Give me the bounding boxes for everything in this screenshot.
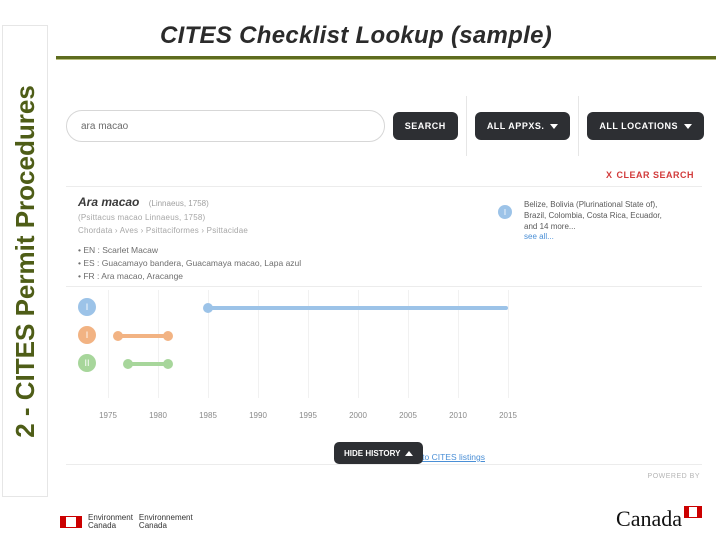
filter-bar: SEARCH ALL APPXS. ALL LOCATIONS: [66, 108, 704, 144]
canada-wordmark: Canada: [616, 506, 702, 532]
distribution-line: and 14 more...: [524, 222, 694, 233]
title-rule: [56, 56, 716, 60]
x-axis-label: 2005: [399, 411, 417, 420]
timeline-dot: [203, 303, 213, 313]
timeline-segment: [128, 362, 168, 366]
chevron-down-icon: [550, 124, 558, 129]
divider: [578, 96, 579, 156]
distribution-box: Belize, Bolivia (Plurinational State of)…: [524, 200, 694, 243]
chevron-down-icon: [684, 124, 692, 129]
appendix-badge: I: [78, 298, 96, 316]
search-button[interactable]: SEARCH: [393, 112, 458, 140]
see-all-link[interactable]: see all...: [524, 232, 694, 243]
clear-search[interactable]: XCLEAR SEARCH: [606, 170, 694, 180]
distribution-line: Belize, Bolivia (Plurinational State of)…: [524, 200, 694, 211]
x-axis-label: 1995: [299, 411, 317, 420]
x-axis-label: 2000: [349, 411, 367, 420]
search-button-label: SEARCH: [405, 121, 446, 131]
history-timeline: 197519801985199019952000200520102015IIII: [78, 290, 518, 420]
locations-filter-label: ALL LOCATIONS: [599, 121, 678, 131]
dept-en: EnvironmentCanada: [88, 514, 133, 530]
gridline: [508, 290, 509, 398]
side-tab-label: 2 - CITES Permit Procedures: [10, 85, 41, 438]
powered-by: POWERED BY: [648, 473, 700, 480]
common-name-es: ES : Guacamayo bandera, Guacamaya macao,…: [78, 258, 694, 268]
timeline-dot: [123, 359, 133, 369]
search-box[interactable]: [66, 110, 385, 142]
appendix-filter[interactable]: ALL APPXS.: [475, 112, 571, 140]
timeline-dot: [163, 331, 173, 341]
rule: [66, 464, 702, 465]
timeline-segment: [118, 334, 168, 338]
timeline-dot: [163, 359, 173, 369]
canada-flag-icon: [60, 516, 82, 528]
locations-filter[interactable]: ALL LOCATIONS: [587, 112, 704, 140]
species-name: Ara macao: [78, 195, 139, 209]
hide-history-label: HIDE HISTORY: [344, 449, 400, 458]
common-names: EN : Scarlet Macaw ES : Guacamayo bander…: [78, 245, 694, 281]
x-axis-label: 1975: [99, 411, 117, 420]
x-axis-label: 1990: [249, 411, 267, 420]
clear-search-label: CLEAR SEARCH: [616, 170, 694, 180]
dept-signature: EnvironmentCanada EnvironnementCanada: [60, 514, 193, 530]
x-axis-label: 2015: [499, 411, 517, 420]
hide-history[interactable]: HIDE HISTORY: [334, 442, 423, 464]
gridline: [158, 290, 159, 398]
common-name-en: EN : Scarlet Macaw: [78, 245, 694, 255]
appendix-badge: II: [78, 354, 96, 372]
timeline-segment: [208, 306, 508, 310]
x-axis-label: 1985: [199, 411, 217, 420]
timeline-dot: [113, 331, 123, 341]
rule: [66, 286, 702, 287]
divider: [466, 96, 467, 156]
x-axis-label: 1980: [149, 411, 167, 420]
distribution-line: Brazil, Colombia, Costa Rica, Ecuador,: [524, 211, 694, 222]
search-input[interactable]: [81, 121, 370, 132]
slide: 2 - CITES Permit Procedures CITES Checkl…: [0, 0, 720, 540]
chevron-up-icon: [405, 451, 413, 456]
close-icon: X: [606, 170, 613, 180]
appendix-badge: I: [498, 205, 512, 219]
page-title: CITES Checklist Lookup (sample): [160, 22, 552, 50]
gridline: [108, 290, 109, 398]
side-tab: 2 - CITES Permit Procedures: [2, 25, 48, 497]
appendix-filter-label: ALL APPXS.: [487, 121, 545, 131]
x-axis-label: 2010: [449, 411, 467, 420]
app-frame: SEARCH ALL APPXS. ALL LOCATIONS XCLEAR S…: [56, 70, 712, 490]
canada-flag-icon: [684, 506, 702, 518]
species-authority: (Linnaeus, 1758): [149, 199, 209, 208]
appendix-badge: I: [78, 326, 96, 344]
dept-fr: EnvironnementCanada: [139, 514, 193, 530]
rule: [66, 186, 702, 187]
common-name-fr: FR : Ara macao, Aracange: [78, 271, 694, 281]
